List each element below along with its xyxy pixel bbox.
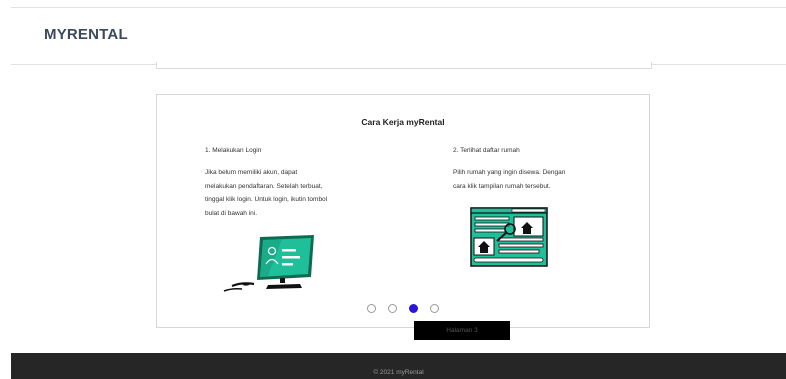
footer-copyright: © 2021 myRental [373,369,424,376]
page-tooltip: Halaman 3 [414,321,510,340]
step-1-line: Jika belum memiliki akun, dapat [205,169,298,176]
house-listing-icon [470,207,548,267]
how-it-works-card: Cara Kerja myRental 1. Melakukan Login J… [156,94,650,328]
carousel-dot-1[interactable] [367,304,376,313]
footer: © 2021 myRental [11,353,786,379]
step-1-line: bulat di bawah ini. [205,209,258,217]
carousel-indicators [157,304,649,313]
brand-logo[interactable]: MYRENTAL [44,26,128,43]
computer-login-icon [223,235,314,292]
top-divider [11,7,786,8]
carousel-dot-3-active[interactable] [409,304,418,313]
carousel-dot-2[interactable] [388,304,397,313]
previous-card-edge [156,62,652,69]
carousel-dot-4[interactable] [430,304,439,313]
card-title: Cara Kerja myRental [361,117,445,127]
step-2-line: Pilih rumah yang ingin disewa. Dengan [453,169,566,176]
step-1-line: melakukan pendaftaran. Setelah terbuat, [205,182,323,190]
step-2-description: Pilih rumah yang ingin disewa. Dengan ca… [453,166,565,193]
step-2-line: cara klik tampilan rumah tersebut. [453,182,551,190]
step-1-description: Jika belum memiliki akun, dapat melakuka… [205,166,327,220]
step-1-title: 1. Melakukan Login [205,147,262,154]
step-2-title: 2. Terlihat daftar rumah [453,147,520,154]
step-1-line: tinggal klik login. Untuk login, ikutin … [205,196,328,203]
